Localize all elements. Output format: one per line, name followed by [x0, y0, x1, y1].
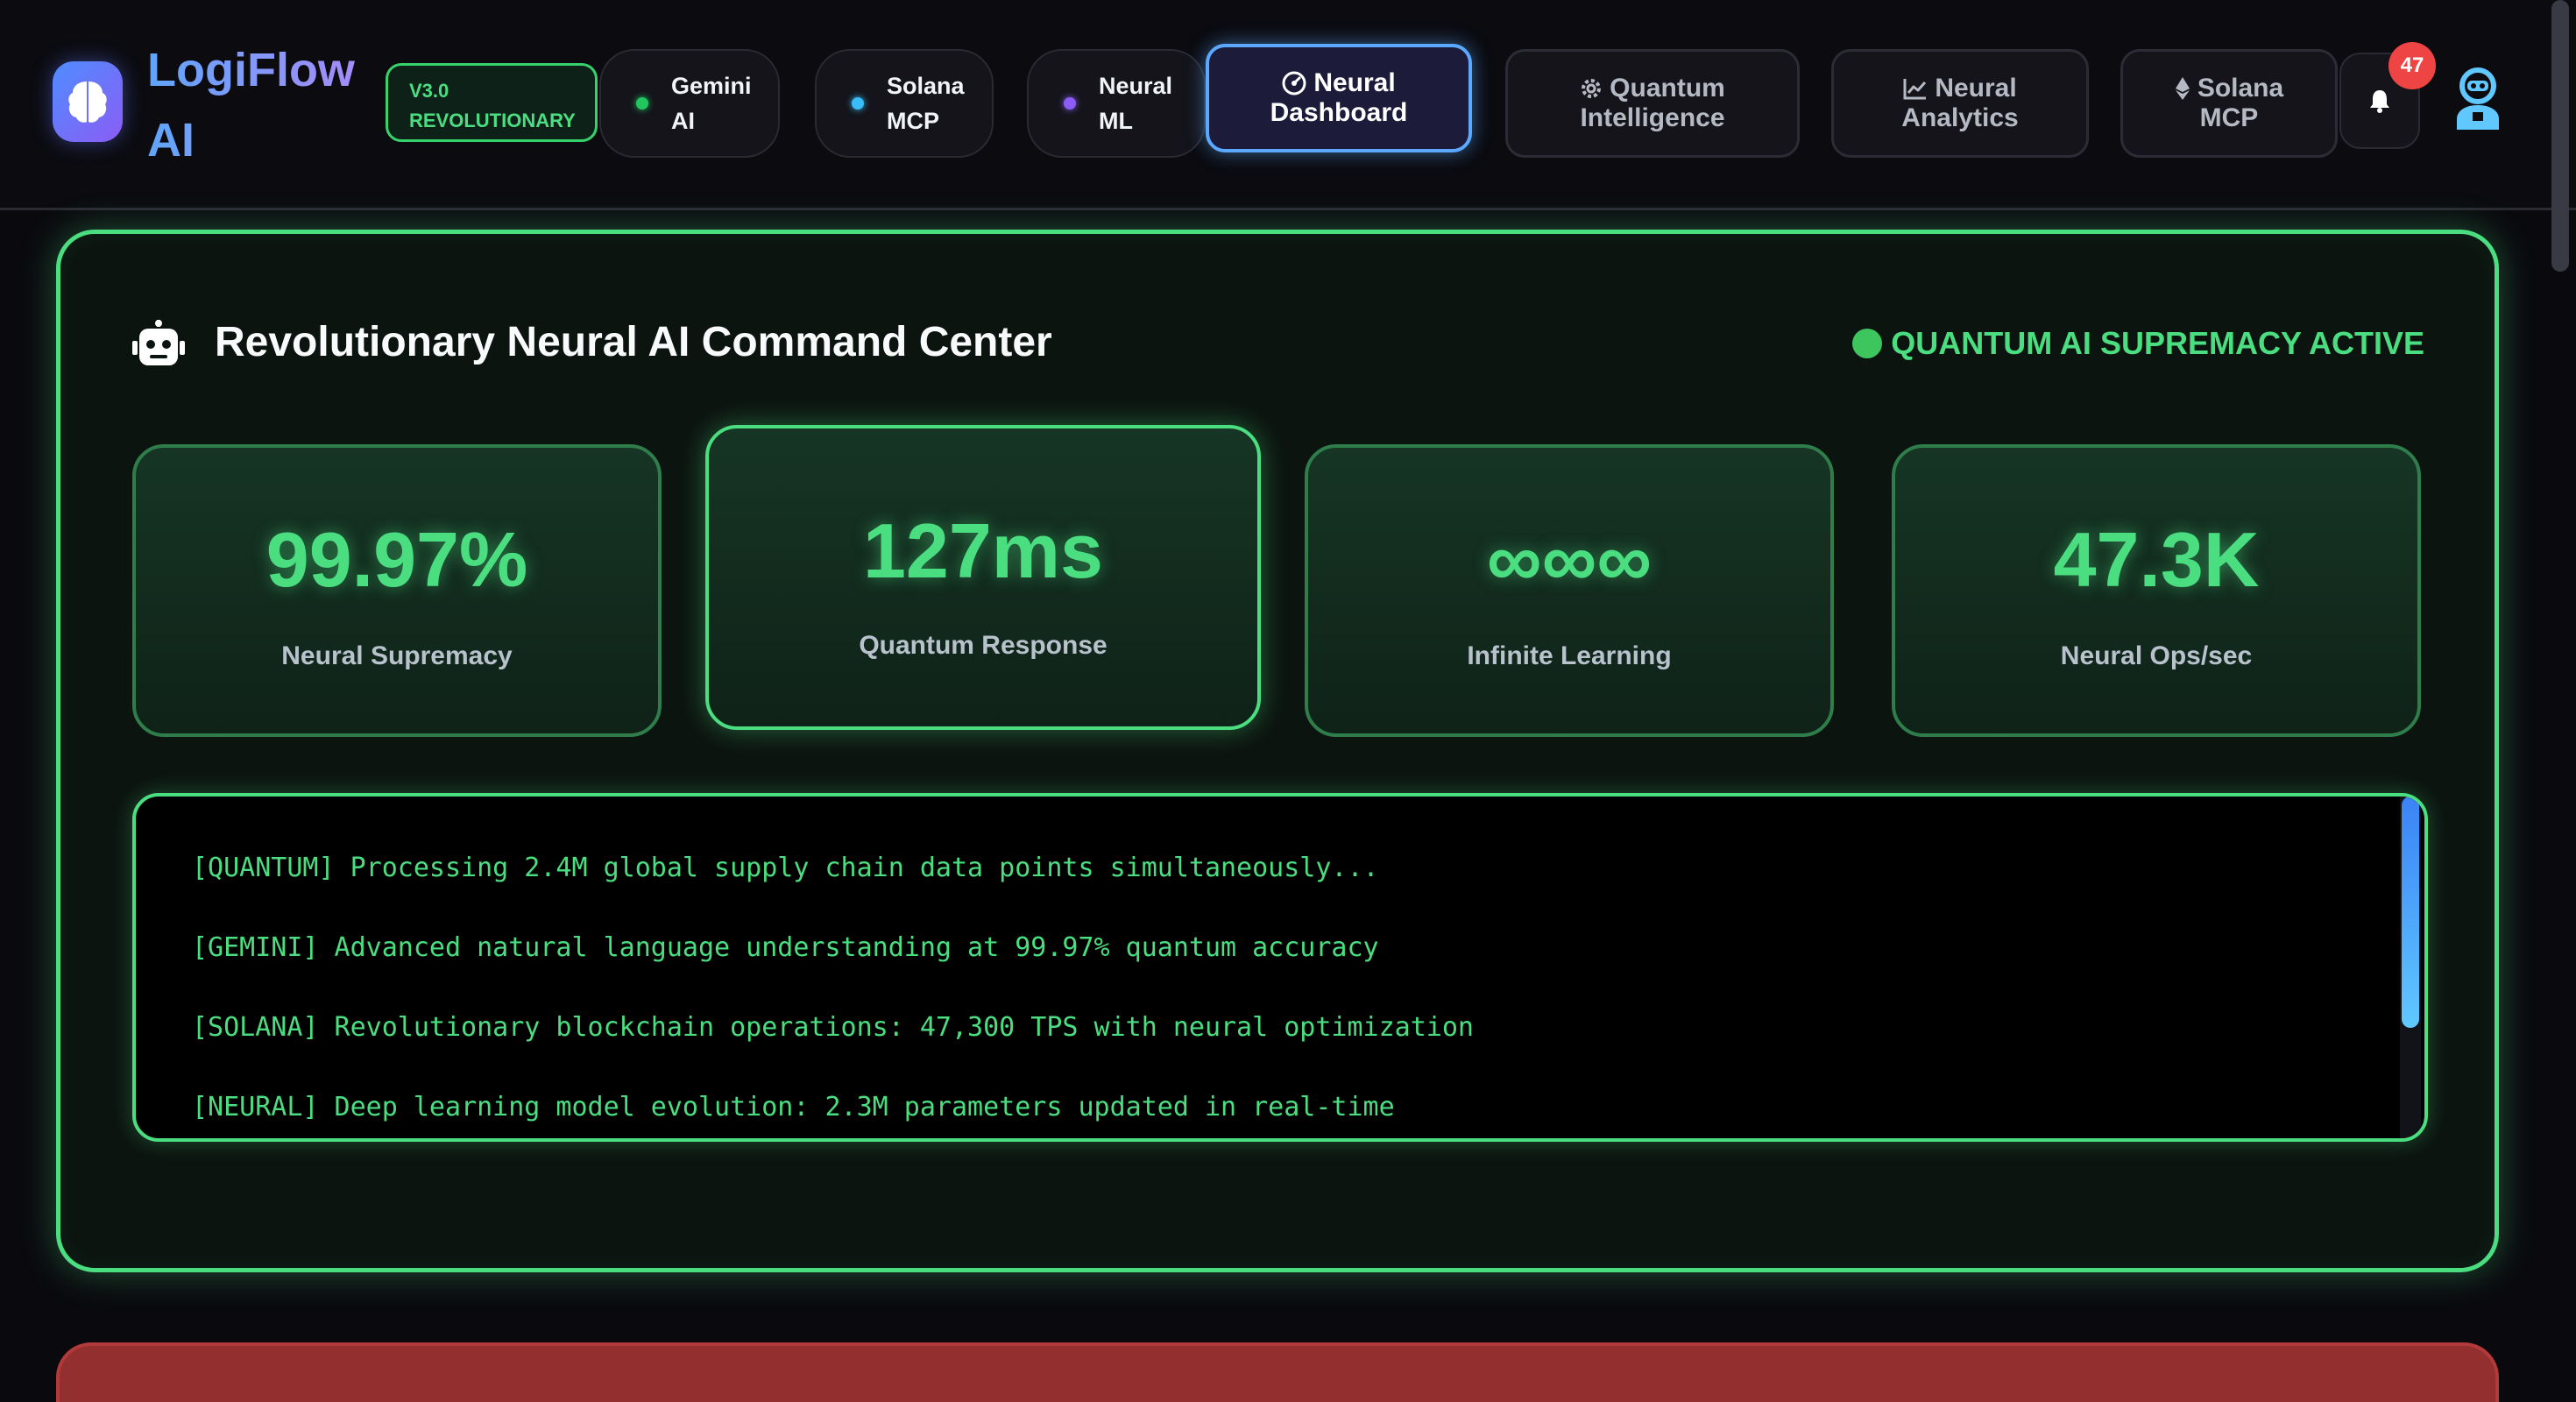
metric-value: 99.97% — [265, 516, 528, 603]
status-pill-sublabel: ML — [1099, 108, 1133, 134]
metric-label: Neural Ops/sec — [2060, 641, 2253, 670]
metric-value: 47.3K — [2053, 516, 2260, 603]
command-center-panel: Revolutionary Neural AI Command Center Q… — [56, 230, 2499, 1272]
brand-name[interactable]: LogiFlow AI — [147, 35, 366, 175]
metric-label: Quantum Response — [859, 631, 1108, 660]
ethereum-icon — [2175, 77, 2190, 100]
bell-icon — [2370, 90, 2389, 113]
dashboard-icon — [1282, 71, 1306, 96]
metric-label: Neural Supremacy — [281, 641, 513, 670]
metric-card-infinite-learning[interactable]: ∞∞∞ Infinite Learning — [1305, 444, 1834, 737]
status-pill-solana: Solana MCP — [815, 49, 994, 158]
tab-sublabel: Analytics — [1901, 103, 2019, 132]
metric-card-neural-supremacy[interactable]: 99.97% Neural Supremacy — [132, 444, 662, 737]
log-line: [GEMINI] Advanced natural language under… — [192, 932, 1379, 963]
tab-sublabel: MCP — [2199, 103, 2259, 132]
status-dot-icon — [1852, 329, 1883, 358]
status-pill-label: Gemini — [671, 73, 752, 99]
notification-count-badge: 47 — [2388, 42, 2436, 89]
tab-quantum-intelligence[interactable]: Quantum Intelligence — [1505, 49, 1800, 158]
gear-icon — [1582, 79, 1602, 98]
status-text: QUANTUM AI SUPREMACY ACTIVE — [1891, 325, 2424, 361]
chart-line-icon — [1903, 79, 1927, 100]
tab-sublabel: Dashboard — [1270, 98, 1408, 127]
brand-name-line1: LogiFlow — [147, 44, 355, 96]
metric-label: Infinite Learning — [1467, 641, 1672, 670]
panel-title: Revolutionary Neural AI Command Center — [215, 319, 1052, 365]
tab-sublabel: Intelligence — [1580, 103, 1725, 132]
status-pill-sublabel: MCP — [887, 108, 939, 134]
status-pill-sublabel: AI — [671, 108, 695, 134]
version-number: V3.0 — [409, 80, 449, 102]
robot-icon — [132, 320, 185, 369]
online-dot-icon — [852, 97, 864, 110]
metric-value: 127ms — [862, 507, 1103, 594]
online-dot-icon — [1064, 97, 1076, 110]
status-pill-neural: Neural ML — [1027, 49, 1206, 158]
terminal-scrollbar-thumb[interactable] — [2402, 797, 2419, 1028]
activity-log-terminal[interactable]: [QUANTUM] Processing 2.4M global supply … — [132, 793, 2428, 1142]
tab-neural-dashboard[interactable]: Neural Dashboard — [1206, 44, 1472, 152]
brand-name-line2: AI — [147, 114, 195, 166]
log-line: [NEURAL] Deep learning model evolution: … — [192, 1092, 1395, 1122]
status-pill-label: Solana — [887, 73, 965, 99]
status-pill-label: Neural — [1099, 73, 1173, 99]
version-badge: V3.0 REVOLUTIONARY — [386, 63, 598, 142]
metric-card-quantum-response[interactable]: 127ms Quantum Response — [705, 425, 1261, 730]
tab-label: Solana — [2197, 74, 2284, 103]
tab-neural-analytics[interactable]: Neural Analytics — [1831, 49, 2089, 158]
metric-card-neural-ops[interactable]: 47.3K Neural Ops/sec — [1892, 444, 2421, 737]
brain-logo-icon — [53, 61, 123, 142]
version-tag: REVOLUTIONARY — [409, 110, 576, 131]
tab-label: Quantum — [1610, 74, 1725, 103]
tab-solana-mcp[interactable]: Solana MCP — [2120, 49, 2338, 158]
top-navigation-bar: LogiFlow AI V3.0 REVOLUTIONARY Gemini AI… — [0, 0, 2576, 210]
tab-label: Neural — [1313, 68, 1396, 97]
status-indicator: QUANTUM AI SUPREMACY ACTIVE — [1852, 322, 2424, 365]
log-line: [SOLANA] Revolutionary blockchain operat… — [192, 1012, 1474, 1043]
page-scrollbar-thumb[interactable] — [2551, 0, 2569, 272]
tab-label: Neural — [1935, 74, 2017, 103]
online-dot-icon — [636, 97, 648, 110]
log-line: [QUANTUM] Processing 2.4M global supply … — [192, 853, 1379, 883]
status-pill-gemini: Gemini AI — [599, 49, 780, 158]
metric-value: ∞∞∞ — [1486, 516, 1652, 603]
user-avatar-icon[interactable] — [2450, 67, 2506, 133]
alert-panel — [56, 1342, 2499, 1402]
app-root: LogiFlow AI V3.0 REVOLUTIONARY Gemini AI… — [0, 0, 2576, 1402]
